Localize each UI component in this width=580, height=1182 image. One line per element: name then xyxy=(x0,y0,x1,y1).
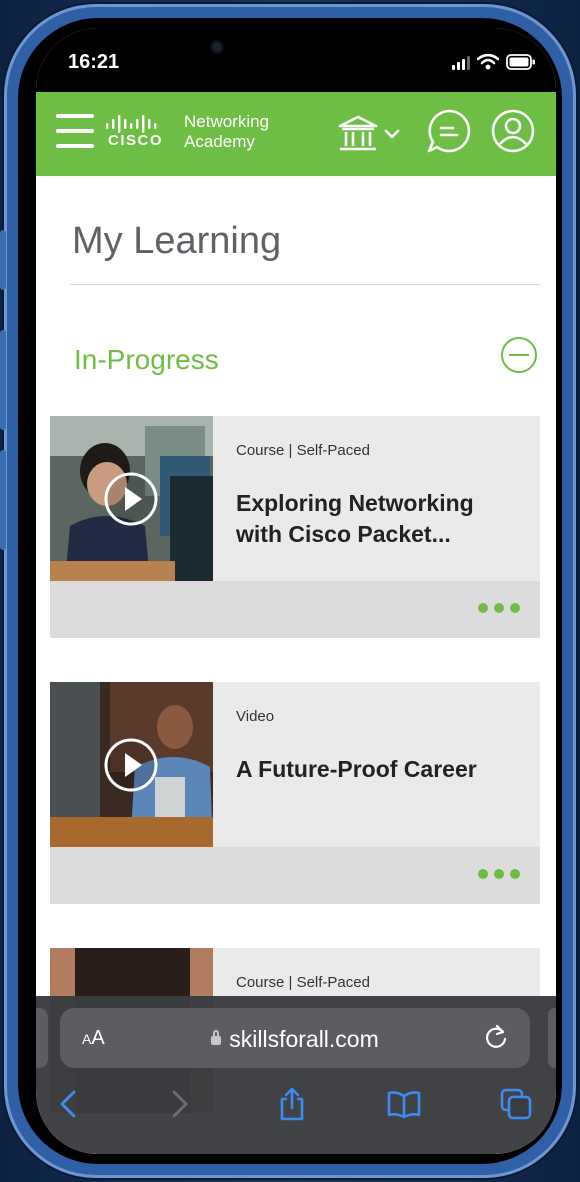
cisco-networking-academy-logo[interactable]: CISCO Networking Academy xyxy=(104,112,279,156)
browser-toolbar xyxy=(36,1082,556,1126)
url-value: skillsforall.com xyxy=(229,1026,379,1052)
course-card[interactable]: Video A Future-Proof Career xyxy=(50,682,540,904)
bookmarks-icon[interactable] xyxy=(386,1086,422,1122)
url-text[interactable]: skillsforall.com xyxy=(60,1026,530,1053)
forward-icon[interactable] xyxy=(160,1086,196,1122)
lock-icon xyxy=(211,1030,222,1045)
divider xyxy=(70,284,540,285)
screen: 16:21 CISCO Networking Academy My Learni… xyxy=(36,28,556,1154)
more-icon[interactable] xyxy=(478,603,520,613)
card-footer xyxy=(50,581,540,638)
wifi-icon xyxy=(477,54,499,70)
more-icon[interactable] xyxy=(478,869,520,879)
card-title[interactable]: A Future-Proof Career xyxy=(236,754,526,785)
address-bar[interactable]: AA skillsforall.com xyxy=(60,1008,530,1068)
course-thumbnail[interactable] xyxy=(50,416,213,581)
share-icon[interactable] xyxy=(274,1086,310,1122)
browser-bar: AA skillsforall.com xyxy=(36,996,556,1154)
front-camera xyxy=(212,42,222,52)
status-bar: 16:21 xyxy=(36,28,556,92)
status-icons xyxy=(452,54,536,70)
phone-side-button xyxy=(0,330,6,430)
logo-networking-text: Networking xyxy=(184,112,270,131)
institution-icon[interactable] xyxy=(336,114,406,154)
course-thumbnail[interactable] xyxy=(50,682,213,847)
section-title: In-Progress xyxy=(74,344,219,375)
card-type: Course | Self-Paced xyxy=(236,442,370,459)
previous-tab-peek[interactable] xyxy=(36,1008,48,1068)
logo-academy-text: Academy xyxy=(184,132,255,151)
card-type: Video xyxy=(236,708,275,725)
play-icon[interactable] xyxy=(104,472,158,526)
chat-icon[interactable] xyxy=(426,108,472,154)
reload-icon[interactable] xyxy=(482,1023,510,1051)
tabs-icon[interactable] xyxy=(498,1086,534,1122)
course-card[interactable]: Course | Self-Paced Exploring Networking… xyxy=(50,416,540,638)
back-icon[interactable] xyxy=(52,1086,88,1122)
cisco-logo xyxy=(106,115,157,133)
page-title: My Learning xyxy=(72,220,282,262)
app-header: CISCO Networking Academy xyxy=(36,92,556,176)
status-time: 16:21 xyxy=(68,51,120,73)
phone-side-button xyxy=(0,450,6,550)
user-icon[interactable] xyxy=(490,108,536,154)
card-type: Course | Self-Paced xyxy=(236,974,370,991)
play-icon[interactable] xyxy=(104,738,158,792)
card-title[interactable]: Exploring Networking with Cisco Packet..… xyxy=(236,488,526,550)
collapse-icon[interactable] xyxy=(500,336,538,374)
battery-icon xyxy=(506,54,535,70)
logo-cisco-text: CISCO xyxy=(108,132,164,149)
next-tab-peek[interactable] xyxy=(548,1008,556,1068)
cellular-signal-icon xyxy=(452,56,470,70)
menu-icon[interactable] xyxy=(56,114,94,148)
phone-side-button xyxy=(0,230,6,290)
card-footer xyxy=(50,847,540,904)
